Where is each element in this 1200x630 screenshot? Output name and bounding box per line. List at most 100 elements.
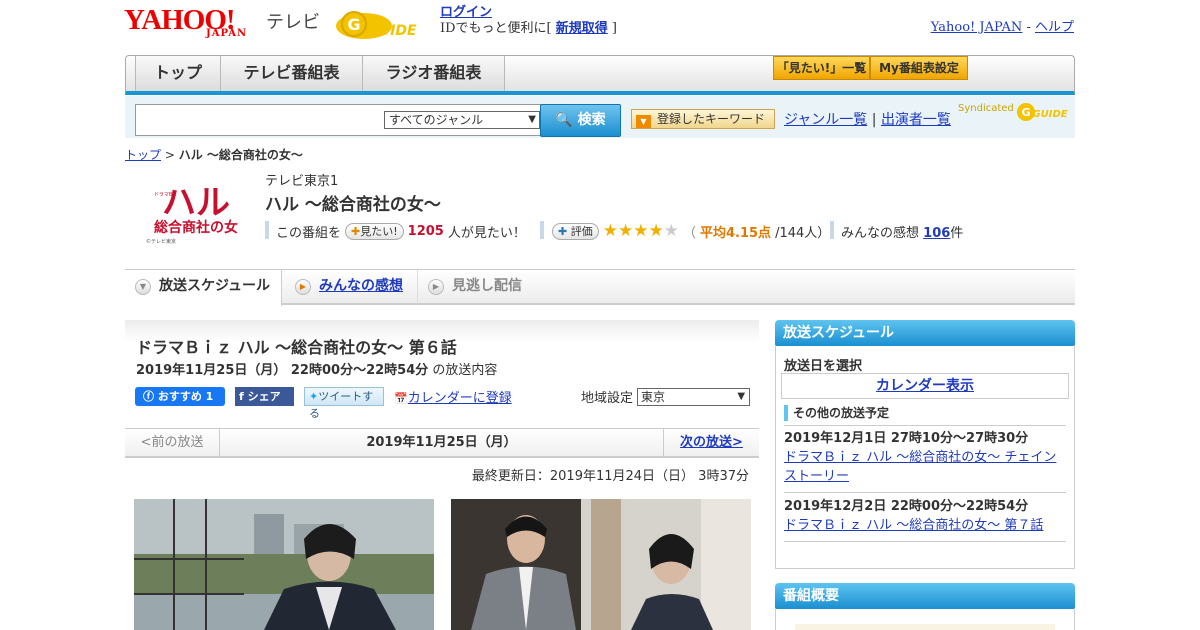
program-tabs: ▼ 放送スケジュール ▶ みんなの感想 ▶ 見逃し配信 bbox=[125, 269, 1075, 306]
g-guide-logo[interactable]: G GUIDE bbox=[334, 8, 432, 40]
register-link[interactable]: 新規取得 bbox=[556, 21, 608, 36]
tab-schedule[interactable]: ▼ 放送スケジュール bbox=[125, 270, 282, 306]
review-count-link[interactable]: 106 bbox=[923, 226, 950, 241]
divider-bar bbox=[265, 221, 269, 239]
star-icon: ★ bbox=[633, 221, 649, 241]
cast-list-link[interactable]: 出演者一覧 bbox=[881, 112, 951, 128]
id-text-after: ] bbox=[607, 21, 617, 36]
breadcrumb-top-link[interactable]: トップ bbox=[125, 148, 161, 162]
region-label: 地域設定 bbox=[581, 391, 634, 406]
g-guide-small-logo: G GUIDE bbox=[1017, 103, 1068, 121]
episode-date-suffix: の放送内容 bbox=[428, 363, 498, 378]
rate-button[interactable]: ✚ 評価 bbox=[552, 223, 599, 240]
star-icon: ★ bbox=[648, 221, 664, 241]
rating-open: （ bbox=[682, 226, 696, 241]
tv-label: テレビ bbox=[266, 12, 320, 33]
prev-broadcast: <前の放送 bbox=[125, 429, 220, 456]
schedule-item: 2019年12月1日 27時10分～27時30分 ドラマＢｉｚ ハル ～総合商社… bbox=[784, 429, 1068, 486]
next-broadcast-link[interactable]: 次の放送> bbox=[663, 429, 759, 456]
tweet-button[interactable]: ✦ツイートする bbox=[304, 387, 384, 420]
episode-airtime: 2019年11月25日（月） 22時00分～22時54分 の放送内容 bbox=[136, 359, 497, 378]
plus-icon: ✚ bbox=[558, 225, 568, 238]
nav-tab-top[interactable]: トップ bbox=[135, 56, 221, 91]
chevron-down-icon: ▼ bbox=[135, 279, 151, 295]
region-select[interactable]: 東京 ▼ bbox=[637, 387, 751, 406]
search-links: ジャンル一覧 | 出演者一覧 bbox=[784, 109, 951, 129]
genre-select[interactable]: すべてのジャンル ▼ bbox=[384, 111, 540, 129]
broadcast-navigation: <前の放送 2019年11月25日（月） 次の放送> bbox=[125, 428, 759, 458]
mitai-list-button[interactable]: 「見たい!」一覧 bbox=[773, 56, 870, 80]
nav-tab-tv-schedule[interactable]: テレビ番組表 bbox=[221, 56, 363, 91]
want-button[interactable]: ✚見たい! bbox=[345, 223, 404, 240]
social-buttons: ⓕ おすすめ 1 f シェア ✦ツイートする 📅カレンダーに登録 bbox=[135, 387, 512, 420]
episode-title: ドラマＢｉｚ ハル ～総合商社の女～ 第６話 bbox=[136, 338, 457, 357]
schedule-item-date: 2019年12月2日 22時00分～22時54分 bbox=[784, 499, 1029, 514]
schedule-item-link[interactable]: ドラマＢｉｚ ハル ～総合商社の女～ 第７話 bbox=[784, 518, 1043, 533]
divider-bar bbox=[540, 221, 544, 239]
calendar-register-link[interactable]: カレンダーに登録 bbox=[408, 391, 512, 406]
fb-recommend-label: おすすめ 1 bbox=[157, 390, 214, 403]
rating-count: /144人） bbox=[775, 226, 831, 241]
episode-photo-2[interactable] bbox=[451, 499, 751, 630]
chevron-down-icon: ▼ bbox=[737, 390, 746, 402]
want-suffix: 人が見たい！ bbox=[447, 226, 526, 241]
select-date-label: 放送日を選択 bbox=[784, 359, 863, 374]
schedule-item-link[interactable]: ドラマＢｉｚ ハル ～総合商社の女～ チェインストーリー bbox=[784, 450, 1056, 484]
sidebar-overview-header: 番組概要 bbox=[775, 583, 1075, 609]
main-nav: トップ テレビ番組表 ラジオ番組表 「見たい!」一覧 My番組表設定 bbox=[125, 55, 1075, 95]
genre-list-link[interactable]: ジャンル一覧 bbox=[784, 112, 867, 128]
registered-keyword-button[interactable]: ▼ 登録したキーワード bbox=[631, 109, 775, 129]
id-text-before: IDでもっと便利に[ bbox=[440, 21, 556, 36]
program-logo: ハル ドラマBiz 総合商社の女 ©テレビ東京 bbox=[146, 183, 238, 245]
last-updated: 最終更新日：2019年11月24日（日） 3時37分 bbox=[471, 469, 749, 484]
link-separator: - bbox=[1022, 20, 1035, 35]
rating-stars: ★★★★★ bbox=[603, 223, 679, 240]
yahoo-japan-link[interactable]: Yahoo! JAPAN bbox=[931, 20, 1023, 35]
search-icon: 🔍 bbox=[555, 112, 573, 128]
star-icon: ★ bbox=[617, 221, 634, 241]
episode-photo-1[interactable] bbox=[134, 499, 434, 630]
nav-tab-radio-schedule[interactable]: ラジオ番組表 bbox=[363, 56, 505, 91]
review-row: みんなの感想 106件 bbox=[841, 222, 963, 241]
calendar-display-link[interactable]: カレンダー表示 bbox=[781, 373, 1069, 399]
plus-icon: ✚ bbox=[351, 225, 361, 238]
breadcrumb-sep: > bbox=[161, 148, 179, 162]
tab-schedule-label: 放送スケジュール bbox=[159, 278, 271, 294]
calendar-register: 📅カレンダーに登録 bbox=[394, 387, 512, 406]
want-prefix: この番組を bbox=[276, 226, 342, 241]
calendar-display-label: カレンダー表示 bbox=[876, 378, 974, 394]
schedule-item-date: 2019年12月1日 27時10分～27時30分 bbox=[784, 431, 1029, 446]
facebook-share-button[interactable]: f シェア bbox=[235, 387, 294, 406]
review-suffix: 件 bbox=[950, 226, 964, 241]
facebook-recommend-button[interactable]: ⓕ おすすめ 1 bbox=[135, 387, 225, 406]
login-area: ログイン IDでもっと便利に[ 新規取得 ] bbox=[440, 5, 617, 37]
episode-date: 2019年11月25日（月） 22時00分～22時54分 bbox=[136, 363, 429, 378]
divider bbox=[784, 541, 1066, 542]
genre-select-value: すべてのジャンル bbox=[389, 113, 484, 127]
search-button[interactable]: 🔍 検索 bbox=[540, 104, 621, 137]
rate-button-label: 評価 bbox=[570, 225, 593, 238]
svg-text:G: G bbox=[1021, 106, 1030, 119]
tab-reviews[interactable]: ▶ みんなの感想 bbox=[285, 270, 415, 304]
rating-row: ✚ 評価 ★★★★★ （平均4.15点/144人） bbox=[552, 222, 830, 241]
syndicated-label: Syndicated bbox=[958, 103, 1014, 114]
divider-bar bbox=[830, 221, 834, 239]
program-logo-subtitle: 総合商社の女 bbox=[154, 219, 238, 236]
overview-content bbox=[795, 624, 1055, 630]
current-broadcast-date: 2019年11月25日（月） bbox=[366, 435, 517, 450]
login-link[interactable]: ログイン bbox=[440, 5, 492, 20]
program-logo-title: ハル bbox=[162, 183, 230, 223]
star-icon: ★ bbox=[602, 221, 618, 241]
top-right-links: Yahoo! JAPAN - ヘルプ bbox=[931, 16, 1074, 35]
triangle-down-icon: ▼ bbox=[636, 115, 651, 128]
my-schedule-button[interactable]: My番組表設定 bbox=[870, 56, 968, 80]
svg-text:G: G bbox=[347, 15, 360, 34]
facebook-icon: f bbox=[239, 390, 244, 403]
channel-name: テレビ東京1 bbox=[265, 174, 339, 189]
svg-text:GUIDE: GUIDE bbox=[1032, 109, 1067, 120]
star-icon: ★ bbox=[663, 221, 679, 241]
links-divider: | bbox=[867, 112, 881, 128]
help-link[interactable]: ヘルプ bbox=[1035, 20, 1074, 35]
program-logo-tag: ドラマBiz bbox=[154, 192, 177, 198]
breadcrumb-current: ハル ～総合商社の女～ bbox=[178, 148, 303, 162]
